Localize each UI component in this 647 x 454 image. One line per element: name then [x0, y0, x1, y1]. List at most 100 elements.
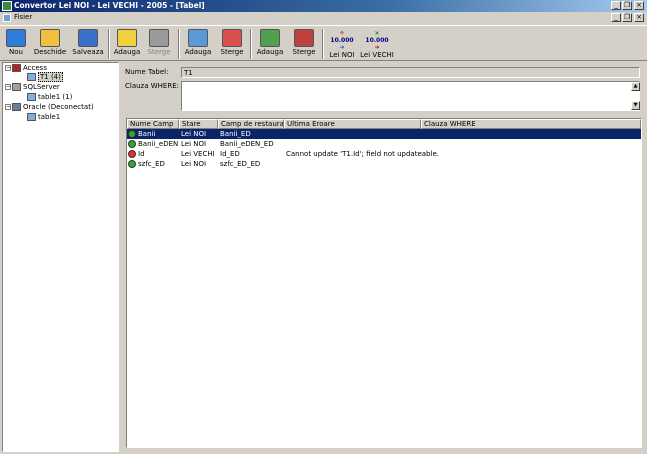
window-title: Convertor Lei NOI - Lei VECHI - 2005 - […	[14, 1, 205, 10]
arrow-right-icon: ➜	[374, 44, 380, 51]
cell-name: Id	[128, 149, 179, 159]
tree-node-oracle-table1[interactable]: table1	[27, 113, 60, 121]
col-header-clauza-where[interactable]: Clauza WHERE	[421, 119, 641, 129]
delete-table-label: Sterge	[220, 48, 244, 56]
convert-old-label: Lei VECHI	[360, 51, 394, 59]
tree-node-access[interactable]: − Access	[5, 64, 47, 72]
col-header-nume-camp[interactable]: Nume Camp	[127, 119, 179, 129]
delete-db-button[interactable]: Sterge	[145, 27, 173, 60]
connection-tree[interactable]: − Access T1 (4) − SQLServer table1 (1) − Or…	[2, 62, 119, 452]
cell-error	[286, 129, 421, 139]
delete-field-icon	[294, 29, 314, 47]
tree-node-label: Oracle (Deconectat)	[23, 103, 94, 111]
minimize-button[interactable]: _	[611, 1, 621, 10]
cell-name: szfc_ED	[128, 159, 179, 169]
server-icon	[12, 83, 21, 91]
cell-where	[423, 139, 641, 149]
open-folder-icon	[40, 29, 60, 47]
add-table-button[interactable]: Adauga	[183, 27, 213, 60]
collapse-toggle[interactable]: −	[5, 104, 11, 110]
scroll-up-icon[interactable]: ▲	[631, 82, 640, 91]
new-button[interactable]: Nou	[3, 27, 29, 60]
scroll-down-icon[interactable]: ▼	[631, 101, 640, 110]
cell-restore: szfc_ED_ED	[220, 160, 261, 168]
cell-name-text: szfc_ED	[138, 160, 165, 168]
where-clause-input[interactable]	[181, 81, 640, 111]
fields-grid[interactable]: Nume Camp Stare Camp de restaurare Ultim…	[126, 118, 642, 448]
table-name-label: Nume Tabel:	[125, 68, 169, 76]
multiply-sign-icon: ×	[374, 30, 380, 37]
cell-where	[423, 129, 641, 139]
menu-bar: Fisier _ ❐ ×	[0, 12, 647, 24]
status-ok-icon	[128, 160, 136, 168]
add-db-button[interactable]: Adauga	[112, 27, 142, 60]
open-label: Deschide	[33, 48, 67, 56]
menu-fisier[interactable]: Fisier	[14, 13, 32, 21]
mdi-close-button[interactable]: ×	[634, 13, 644, 22]
cell-state: Lei VECHI	[181, 150, 215, 158]
restore-button[interactable]: ❐	[622, 1, 632, 10]
convert-new-label: Lei NOI	[329, 51, 355, 59]
table-row[interactable]: Id Lei VECHI Id_ED Cannot update 'T1.Id'…	[127, 149, 641, 159]
tree-node-label: Access	[23, 64, 47, 72]
where-clause-label: Clauza WHERE:	[125, 82, 180, 90]
cell-restore: Id_ED	[220, 150, 240, 158]
delete-db-label: Sterge	[147, 48, 171, 56]
network-icon	[12, 103, 21, 111]
cell-restore: Banii_eDEN_ED	[220, 140, 274, 148]
table-row[interactable]: Banii Lei NOI Banii_ED	[127, 129, 641, 139]
status-error-icon	[128, 150, 136, 158]
details-panel: Nume Tabel: T1 Clauza WHERE: ▲ ▼ Nume Ca…	[121, 62, 645, 452]
col-header-camp-restaurare[interactable]: Camp de restaurare	[218, 119, 284, 129]
col-header-stare[interactable]: Stare	[179, 119, 218, 129]
where-scrollbar[interactable]: ▲ ▼	[631, 82, 640, 110]
save-label: Salveaza	[72, 48, 104, 56]
toolbar-separator	[250, 29, 252, 59]
tree-node-sqlserver[interactable]: − SQLServer	[5, 83, 60, 91]
delete-field-button[interactable]: Sterge	[290, 27, 318, 60]
open-button[interactable]: Deschide	[33, 27, 67, 60]
table-icon	[27, 93, 36, 101]
table-icon	[27, 73, 36, 81]
cell-name: Banii	[128, 129, 179, 139]
convert-old-icon: 10.000	[365, 37, 389, 44]
add-field-button[interactable]: Adauga	[255, 27, 285, 60]
tree-node-oracle[interactable]: − Oracle (Deconectat)	[5, 103, 94, 111]
save-button[interactable]: Salveaza	[71, 27, 105, 60]
save-disk-icon	[78, 29, 98, 47]
close-button[interactable]: ×	[634, 1, 644, 10]
cell-restore: Banii_ED	[220, 130, 251, 138]
document-icon	[3, 14, 11, 22]
col-header-ultima-eroare[interactable]: Ultima Eroare	[284, 119, 421, 129]
cell-state: Lei NOI	[181, 140, 207, 148]
delete-table-button[interactable]: Sterge	[218, 27, 246, 60]
status-ok-icon	[128, 130, 136, 138]
cell-error: Cannot update 'T1.Id'; field not updatea…	[286, 150, 439, 158]
toolbar-separator	[178, 29, 180, 59]
toolbar: Nou Deschide Salveaza Adauga Sterge Adau…	[0, 25, 647, 61]
new-label: Nou	[9, 48, 23, 56]
mdi-restore-button[interactable]: ❐	[622, 13, 632, 22]
cell-name-text: Banii_eDEN	[138, 140, 179, 148]
tree-node-label: table1	[38, 113, 61, 121]
cell-where	[507, 149, 641, 159]
delete-table-icon	[222, 29, 242, 47]
app-icon	[2, 1, 12, 11]
collapse-toggle[interactable]: −	[5, 65, 11, 71]
status-ok-icon	[128, 140, 136, 148]
toolbar-separator	[322, 29, 324, 59]
table-row[interactable]: szfc_ED Lei NOI szfc_ED_ED	[127, 159, 641, 169]
collapse-toggle[interactable]: −	[5, 84, 11, 90]
table-row[interactable]: Banii_eDEN Lei NOI Banii_eDEN_ED	[127, 139, 641, 149]
cell-error	[286, 139, 421, 149]
cell-state: Lei NOI	[181, 130, 207, 138]
convert-lei-vechi-button[interactable]: × 10.000 ➜ Lei VECHI	[360, 27, 394, 60]
access-icon	[12, 64, 21, 72]
tree-node-sql-table1[interactable]: table1 (1)	[27, 93, 72, 101]
add-table-label: Adauga	[184, 48, 212, 56]
add-db-icon	[117, 29, 137, 47]
mdi-minimize-button[interactable]: _	[611, 13, 621, 22]
convert-lei-noi-button[interactable]: ÷ 10.000 ➜ Lei NOI	[327, 27, 357, 60]
tree-node-t1[interactable]: T1 (4)	[27, 72, 63, 82]
cell-name-text: Id	[138, 150, 145, 158]
